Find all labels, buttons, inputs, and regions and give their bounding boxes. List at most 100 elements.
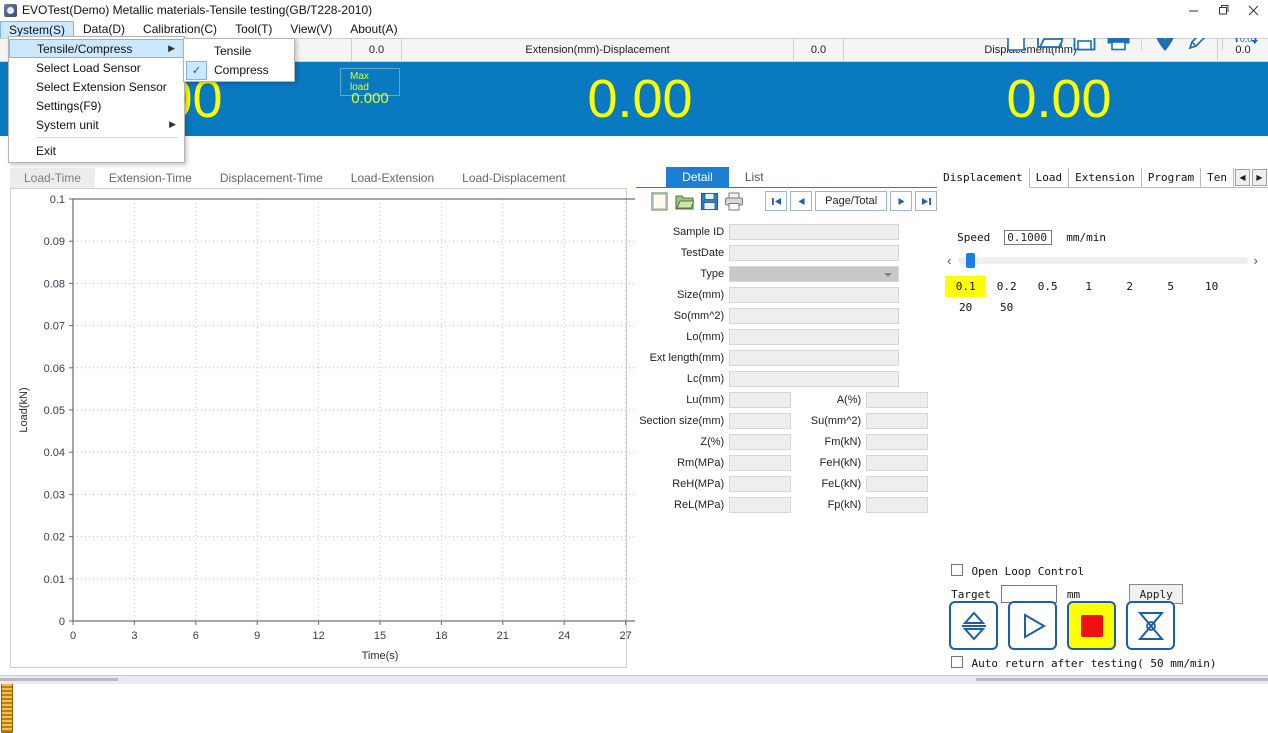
menu-item-select-load-sensor[interactable]: Select Load Sensor	[9, 58, 184, 77]
tab-displacement-time[interactable]: Displacement-Time	[205, 168, 337, 188]
start-test-button[interactable]	[1008, 601, 1058, 650]
menu-item-system-unit[interactable]: System unit ▶	[9, 115, 184, 134]
feh-input[interactable]	[866, 454, 929, 471]
field-label: FeH(kN)	[819, 456, 862, 469]
a-percent-input[interactable]	[866, 391, 929, 408]
menu-item-tensile-compress[interactable]: Tensile/Compress ▶	[9, 39, 184, 58]
preset-0-1[interactable]: 0.1	[945, 276, 987, 297]
open-loop-checkbox[interactable]	[951, 564, 964, 576]
field-pair-rel-fp: ReL(MPa) Fp(kN)	[636, 495, 937, 514]
tab-program[interactable]: Program	[1142, 168, 1202, 187]
tab-load[interactable]: Load	[1030, 168, 1070, 187]
preset-50[interactable]: 50	[986, 297, 1027, 318]
open-record-icon[interactable]	[673, 191, 695, 211]
tab-detail[interactable]: Detail	[666, 167, 729, 187]
svg-text:Time(s): Time(s)	[362, 650, 399, 662]
menu-view[interactable]: View(V)	[281, 20, 341, 38]
menu-item-exit[interactable]: Exit	[9, 141, 184, 160]
pager-page-total[interactable]: Page/Total	[815, 191, 888, 211]
chart-range-slider[interactable]	[1, 676, 13, 733]
stop-test-button[interactable]	[1067, 601, 1117, 650]
menu-item-select-extension-sensor[interactable]: Select Extension Sensor	[9, 77, 184, 96]
type-select[interactable]	[729, 265, 900, 282]
rm-input[interactable]	[729, 454, 792, 471]
size-input[interactable]	[729, 286, 900, 303]
open-loop-label: Open Loop Control	[971, 565, 1085, 578]
system-dropdown-menu: Tensile/Compress ▶ Select Load Sensor Se…	[8, 36, 185, 163]
field-label: Lu(mm)	[686, 393, 725, 406]
fm-input[interactable]	[866, 433, 929, 450]
speed-input[interactable]: 0.1000	[1004, 230, 1053, 245]
minimize-button[interactable]	[1178, 0, 1208, 20]
new-record-icon[interactable]	[648, 191, 670, 211]
section-size-input[interactable]	[729, 412, 792, 429]
tab-load-displacement[interactable]: Load-Displacement	[448, 168, 580, 188]
auto-return-checkbox[interactable]	[951, 656, 964, 668]
preset-10[interactable]: 10	[1191, 276, 1232, 297]
rel-input[interactable]	[729, 496, 792, 513]
svg-text:9: 9	[254, 630, 260, 642]
lo-input[interactable]	[729, 328, 900, 345]
lc-input[interactable]	[729, 370, 900, 387]
menu-item-settings[interactable]: Settings(F9)	[9, 96, 184, 115]
readout-unitvalue-load: 0.0	[352, 39, 402, 61]
tab-extension-time[interactable]: Extension-Time	[94, 168, 206, 188]
save-record-icon[interactable]	[698, 191, 720, 211]
pager-prev-button[interactable]	[790, 191, 813, 211]
close-button[interactable]	[1238, 0, 1268, 20]
sample-id-input[interactable]	[729, 223, 900, 240]
slider-increment-button[interactable]: ›	[1254, 253, 1258, 268]
speed-slider-thumb[interactable]	[966, 253, 976, 268]
svg-text:15: 15	[374, 630, 386, 642]
tab-list[interactable]: List	[729, 167, 780, 187]
field-label: TestDate	[680, 246, 725, 259]
tab-load-extension[interactable]: Load-Extension	[336, 168, 449, 188]
specimen-button[interactable]	[1126, 601, 1176, 650]
menu-about[interactable]: About(A)	[341, 20, 406, 38]
preset-2[interactable]: 2	[1109, 276, 1150, 297]
fel-input[interactable]	[866, 475, 929, 492]
tab-load-time[interactable]: Load-Time	[10, 168, 95, 188]
su-input[interactable]	[866, 412, 929, 429]
z-percent-input[interactable]	[729, 433, 792, 450]
pager-last-button[interactable]	[915, 191, 938, 211]
auto-return-label: Auto return after testing( 50 mm/min)	[971, 657, 1217, 670]
submenu-item-compress[interactable]: ✓ Compress	[184, 60, 294, 80]
tab-extension[interactable]: Extension	[1069, 168, 1142, 187]
preset-20[interactable]: 20	[945, 297, 986, 318]
preset-0-5[interactable]: 0.5	[1027, 276, 1068, 297]
tab-displacement[interactable]: Displacement	[937, 168, 1030, 188]
status-bar	[0, 675, 1268, 684]
field-label: ReH(MPa)	[672, 477, 725, 490]
pager-first-button[interactable]	[765, 191, 788, 211]
tab-tension[interactable]: Ten	[1201, 168, 1234, 187]
window-title: EVOTest(Demo) Metallic materials-Tensile…	[22, 3, 373, 17]
detail-tab-bar: Detail List	[636, 167, 937, 187]
preset-5[interactable]: 5	[1150, 276, 1191, 297]
print-record-icon[interactable]	[723, 191, 745, 211]
jog-updown-button[interactable]	[949, 601, 999, 650]
preset-1[interactable]: 1	[1068, 276, 1109, 297]
fp-input[interactable]	[866, 496, 929, 513]
chart-canvas[interactable]: 0 0.01 0.02 0.03 0.04 0.05 0.06 0.07 0.08 0.09 0.1…	[10, 188, 693, 668]
speed-slider-track[interactable]	[957, 253, 1248, 268]
svg-text:21: 21	[497, 630, 509, 642]
menu-system[interactable]: System(S)	[0, 20, 75, 38]
tab-scroll-left-button[interactable]: ◀	[1235, 169, 1250, 186]
pager-next-button[interactable]	[890, 191, 913, 211]
testdate-input[interactable]	[729, 244, 900, 261]
slider-decrement-button[interactable]: ‹	[947, 253, 951, 268]
submenu-item-tensile[interactable]: Tensile	[184, 41, 294, 60]
so-input[interactable]	[729, 307, 900, 324]
menu-item-label: System unit	[36, 117, 99, 132]
speed-row: Speed 0.1000 mm/min	[957, 230, 1268, 245]
ext-length-input[interactable]	[729, 349, 900, 366]
menu-tool[interactable]: Tool(T)	[226, 20, 281, 38]
tab-scroll-right-button[interactable]: ▶	[1252, 169, 1267, 186]
preset-0-2[interactable]: 0.2	[986, 276, 1027, 297]
lu-input[interactable]	[729, 391, 792, 408]
menu-bar: System(S) Data(D) Calibration(C) Tool(T)…	[0, 20, 1268, 38]
detail-form: Sample ID TestDate Type Size(mm) So(mm^2…	[636, 214, 937, 514]
reh-input[interactable]	[729, 475, 792, 492]
maximize-button[interactable]	[1208, 0, 1238, 20]
